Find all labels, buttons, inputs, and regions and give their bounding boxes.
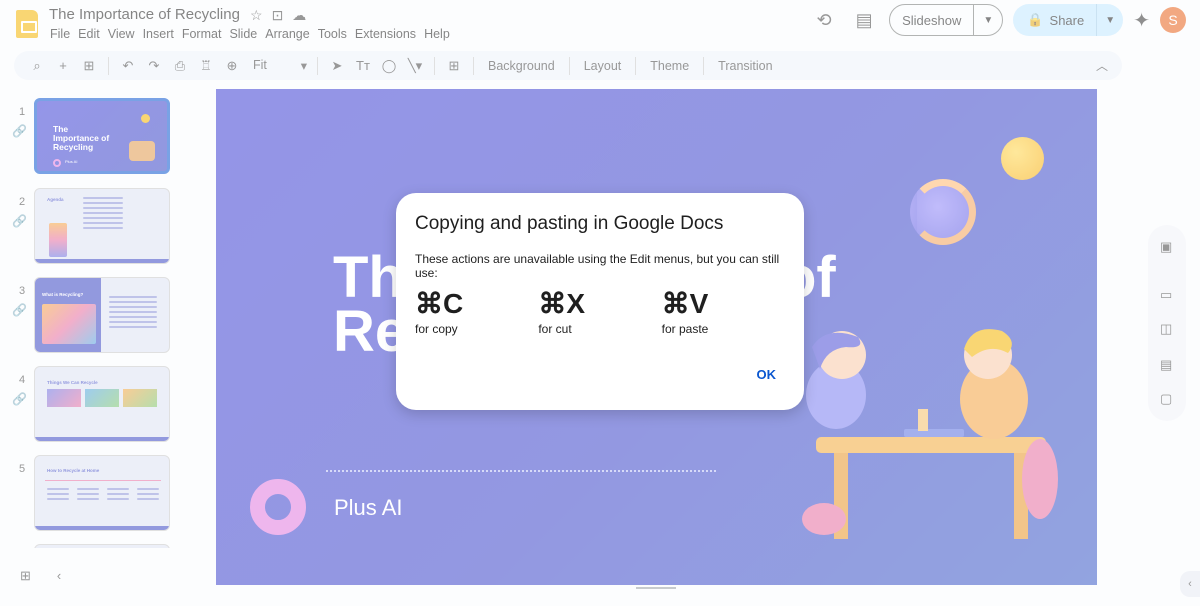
shortcut-cut: ⌘X for cut [538, 288, 661, 336]
shortcut-keys: ⌘C [415, 288, 464, 319]
copy-paste-dialog: Copying and pasting in Google Docs These… [396, 193, 804, 410]
shortcut-label: for copy [415, 322, 458, 336]
shortcut-keys: ⌘X [538, 288, 586, 319]
dialog-title: Copying and pasting in Google Docs [415, 213, 724, 234]
dialog-description: These actions are unavailable using the … [415, 252, 780, 280]
ok-button[interactable]: OK [757, 367, 777, 382]
shortcut-label: for paste [661, 322, 709, 336]
shortcut-copy: ⌘C for copy [415, 288, 538, 336]
shortcut-label: for cut [538, 322, 572, 336]
shortcut-keys: ⌘V [661, 288, 709, 319]
shortcut-paste: ⌘V for paste [662, 288, 785, 336]
